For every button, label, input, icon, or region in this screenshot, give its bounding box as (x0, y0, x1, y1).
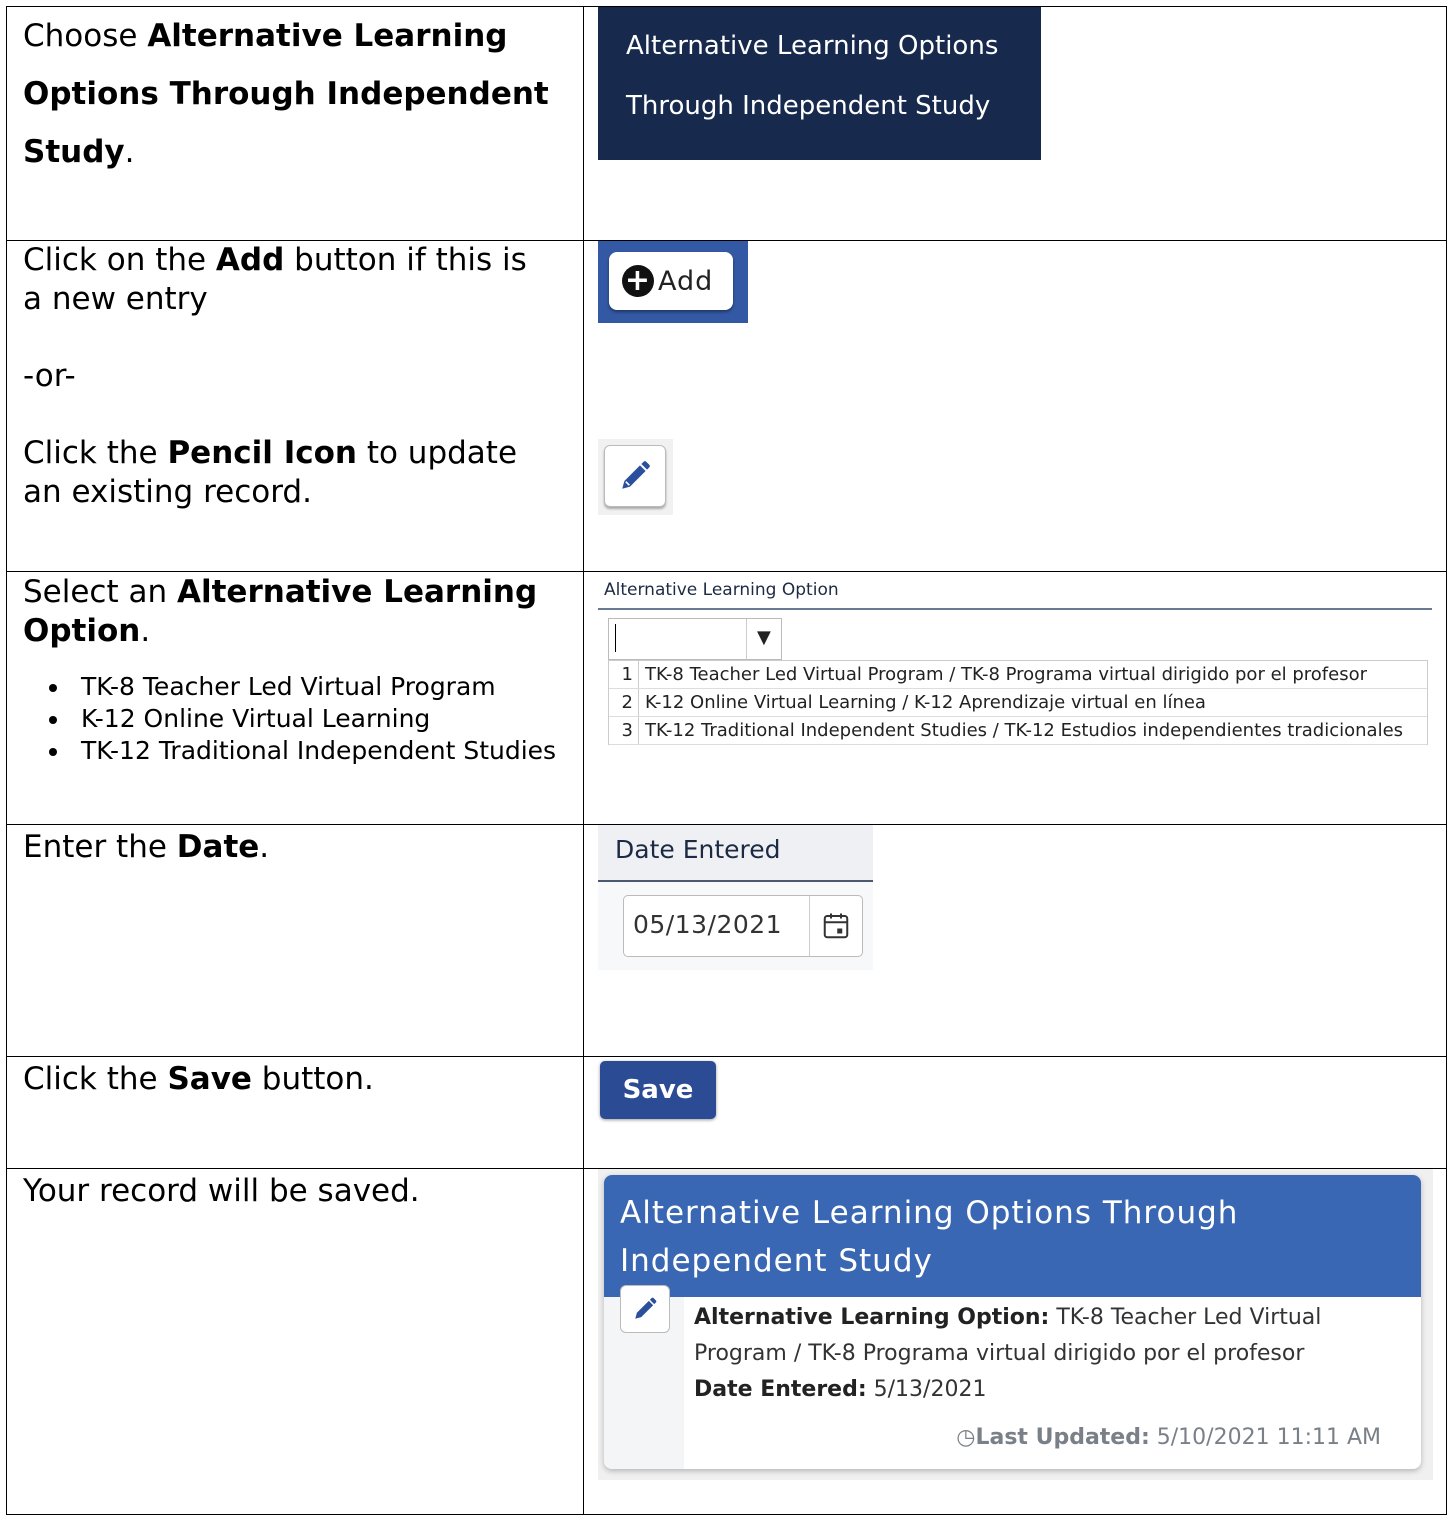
step-row-date: Enter the Date. Date Entered 05/13/2021 (6, 824, 1447, 1057)
add-button[interactable]: + Add (609, 252, 733, 310)
step-instruction: Click the Save button. (23, 1061, 374, 1097)
last-updated: ◷Last Updated: 5/10/2021 11:11 AM (956, 1425, 1381, 1450)
alternative-learning-option-select[interactable]: ▼ (608, 618, 782, 660)
field-label: Date Entered (615, 835, 781, 864)
edit-button[interactable] (620, 1285, 670, 1333)
step-instruction: Click on the Add button if this is a new… (23, 242, 527, 510)
list-item: K-12 Online Virtual Learning (71, 703, 583, 735)
card-title: Alternative Learning Options Through Ind… (604, 1175, 1421, 1297)
clock-icon: ◷ (956, 1425, 976, 1450)
option-item[interactable]: 1 TK-8 Teacher Led Virtual Program / TK-… (609, 661, 1427, 689)
option-bullet-list: TK-8 Teacher Led Virtual Program K-12 On… (7, 671, 583, 767)
saved-record-card: Alternative Learning Options Through Ind… (604, 1175, 1421, 1469)
step-row-select-option: Select an Alternative Learning Option. T… (6, 571, 1447, 825)
option-item[interactable]: 3 TK-12 Traditional Independent Studies … (609, 717, 1427, 745)
step-row-choose: Choose Alternative Learning Options Thro… (6, 6, 1447, 241)
date-entered-input[interactable]: 05/13/2021 (623, 895, 863, 957)
pencil-icon (635, 1297, 657, 1319)
step-instruction: Select an Alternative Learning Option. (23, 574, 538, 649)
step-row-saved: Your record will be saved. Alternative L… (6, 1168, 1447, 1515)
alo-detail: Alternative Learning Option: TK-8 Teache… (694, 1305, 1322, 1366)
step-row-save: Click the Save button. Save (6, 1056, 1447, 1169)
record-details: Alternative Learning Option: TK-8 Teache… (694, 1300, 1394, 1408)
dropdown-arrow-icon[interactable]: ▼ (757, 627, 771, 648)
step-instruction: Your record will be saved. (23, 1173, 420, 1209)
option-item[interactable]: 2 K-12 Online Virtual Learning / K-12 Ap… (609, 689, 1427, 717)
option-list: 1 TK-8 Teacher Led Virtual Program / TK-… (608, 660, 1428, 745)
plus-circle-icon: + (622, 265, 654, 297)
step-instruction: Enter the Date. (23, 829, 270, 865)
instruction-table: Choose Alternative Learning Options Thro… (6, 6, 1447, 1515)
pencil-icon (622, 461, 650, 489)
list-item: TK-12 Traditional Independent Studies (71, 735, 583, 767)
alternative-learning-menu-item[interactable]: Alternative Learning Options Through Ind… (598, 7, 1041, 160)
calendar-icon[interactable] (821, 911, 851, 941)
step-row-add-or-edit: Click on the Add button if this is a new… (6, 240, 1447, 572)
date-detail: Date Entered: 5/13/2021 (694, 1377, 987, 1402)
text-cursor (615, 624, 616, 652)
list-item: TK-8 Teacher Led Virtual Program (71, 671, 583, 703)
save-button[interactable]: Save (600, 1061, 716, 1119)
edit-button[interactable] (604, 445, 666, 507)
step-instruction: Choose Alternative Learning Options Thro… (23, 18, 549, 170)
divider (598, 608, 1432, 610)
field-label: Alternative Learning Option (604, 580, 839, 600)
